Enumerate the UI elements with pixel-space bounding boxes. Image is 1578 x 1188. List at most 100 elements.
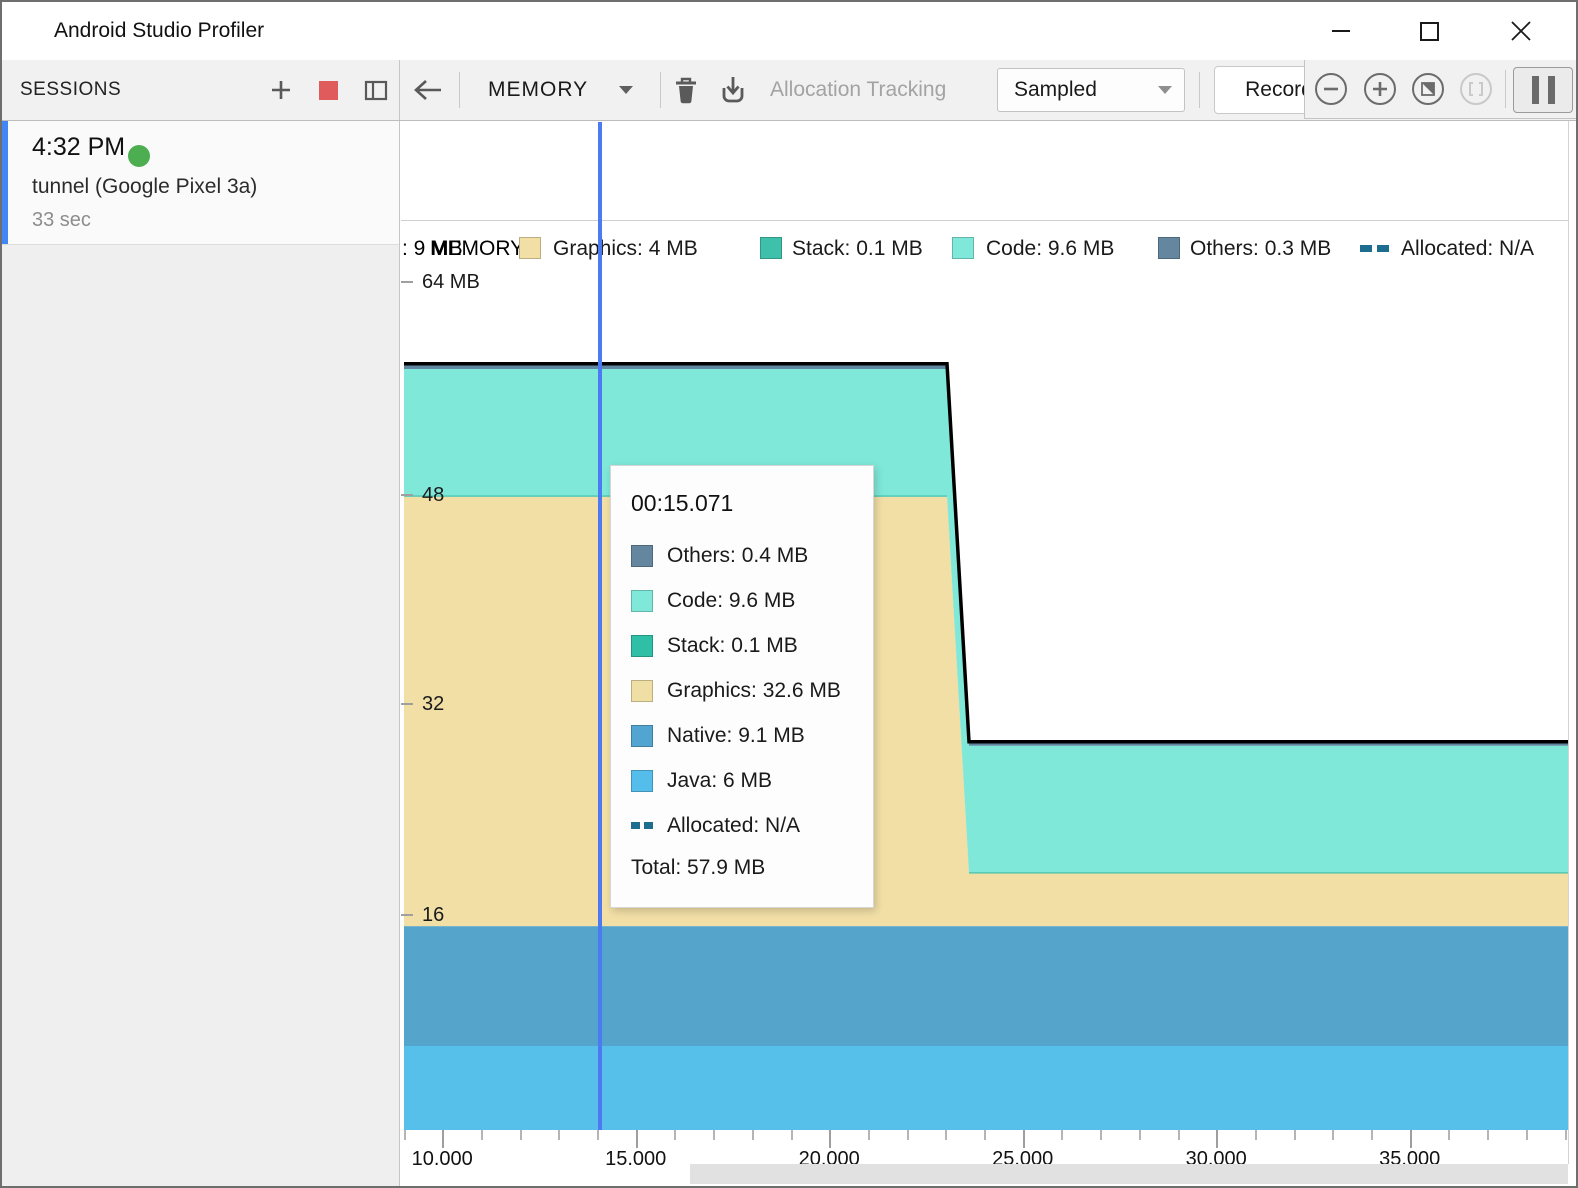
zoom-out-button[interactable] — [1315, 73, 1347, 105]
x-axis-tick — [1332, 1130, 1334, 1140]
timeline-cursor-line — [598, 122, 602, 1130]
y-axis-tick — [401, 703, 413, 705]
session-list-item[interactable]: 4:32 PM tunnel (Google Pixel 3a) 33 sec — [2, 121, 399, 245]
x-axis-tick — [1294, 1130, 1296, 1140]
tooltip-row: Allocated: N/A — [631, 803, 873, 848]
legend-label: Others: 0.3 MB — [1190, 237, 1331, 260]
x-axis-tick — [752, 1130, 754, 1140]
tooltip-row-label: Java: 6 MB — [667, 769, 772, 793]
legend-label: Allocated: N/A — [1401, 237, 1534, 260]
x-axis-tick — [481, 1130, 483, 1140]
profiler-window: Android Studio Profiler SESSIONS MEMORY — [0, 0, 1578, 1188]
x-axis-tick — [674, 1130, 676, 1140]
y-axis-tick — [401, 914, 413, 916]
tooltip-rows: Others: 0.4 MBCode: 9.6 MBStack: 0.1 MBG… — [631, 533, 873, 848]
tooltip-row-label: Stack: 0.1 MB — [667, 634, 798, 658]
x-axis-label: 10.000 — [392, 1148, 492, 1171]
x-axis-tick — [1255, 1130, 1257, 1140]
legend-swatch-others — [1158, 237, 1180, 259]
y-axis-label: 16 — [422, 904, 444, 927]
memory-chart-region[interactable]: : 9 MB MEMORY Graphics: 4 MB Stack: 0.1 … — [401, 121, 1578, 1188]
live-session-dot-icon — [128, 145, 150, 167]
stop-icon — [319, 81, 338, 100]
x-axis-tick — [1178, 1130, 1180, 1140]
legend-label: Graphics: 4 MB — [553, 237, 698, 260]
x-axis-tick — [1216, 1130, 1218, 1148]
reset-zoom-icon — [1420, 81, 1436, 97]
tooltip-row-label: Code: 9.6 MB — [667, 589, 795, 613]
title-bar: Android Studio Profiler — [2, 2, 1576, 60]
legend-swatch-stack — [760, 237, 782, 259]
x-axis-tick — [636, 1130, 638, 1148]
session-time: 4:32 PM — [32, 133, 125, 162]
pause-icon — [1548, 76, 1555, 104]
back-button[interactable] — [410, 60, 446, 120]
chart-title: MEMORY — [430, 237, 524, 260]
toolbar-separator — [459, 72, 460, 108]
pause-live-button[interactable] — [1513, 67, 1573, 113]
memory-stacked-area-chart[interactable] — [401, 121, 1568, 1130]
profiler-type-dropdown[interactable]: MEMORY — [488, 60, 588, 120]
x-axis-tick — [1061, 1130, 1063, 1140]
chart-right-border — [1568, 121, 1569, 1164]
y-axis-tick — [401, 494, 413, 496]
x-axis-tick — [984, 1130, 986, 1140]
stop-session-button[interactable] — [313, 60, 343, 120]
x-axis-tick — [558, 1130, 560, 1140]
x-axis-tick — [1526, 1130, 1528, 1140]
maximize-button[interactable] — [1400, 2, 1458, 60]
minus-icon — [1323, 81, 1339, 97]
legend-swatch-graphics — [519, 237, 541, 259]
plus-icon — [1372, 81, 1388, 97]
dash-icon — [644, 822, 653, 829]
add-session-button[interactable] — [266, 60, 296, 120]
gc-down-arrow-icon — [719, 75, 747, 105]
legend-swatch-code — [952, 237, 974, 259]
tooltip-row: Native: 9.1 MB — [631, 713, 873, 758]
trash-icon — [673, 75, 699, 105]
garbage-can-button[interactable] — [670, 60, 702, 120]
x-axis-tick — [713, 1130, 715, 1140]
tooltip-row-label: Native: 9.1 MB — [667, 724, 805, 748]
session-duration: 33 sec — [32, 209, 91, 232]
chevron-down-icon — [1158, 86, 1172, 94]
tooltip-swatch — [631, 725, 653, 747]
toolbar-separator — [1505, 70, 1506, 108]
x-axis-tick — [1448, 1130, 1450, 1140]
sessions-header: SESSIONS — [2, 60, 400, 120]
close-button[interactable] — [1492, 2, 1550, 60]
x-axis-tick — [520, 1130, 522, 1140]
x-axis-tick — [907, 1130, 909, 1140]
minimize-button[interactable] — [1312, 2, 1370, 60]
y-axis-label: 32 — [422, 693, 444, 716]
tooltip-total: Total: 57.9 MB — [631, 856, 873, 880]
x-axis-tick — [868, 1130, 870, 1140]
x-axis-tick — [1023, 1130, 1025, 1148]
zoom-controls-panel — [1304, 60, 1578, 119]
chart-layer-java[interactable] — [404, 1046, 1568, 1130]
force-gc-button[interactable] — [716, 60, 750, 120]
x-axis-tick — [597, 1130, 599, 1140]
tooltip-row: Code: 9.6 MB — [631, 578, 873, 623]
back-arrow-icon — [412, 78, 444, 102]
sampling-mode-select[interactable]: Sampled — [997, 68, 1185, 112]
x-axis-tick — [1371, 1130, 1373, 1140]
sampling-mode-value: Sampled — [1014, 78, 1158, 102]
tooltip-row: Others: 0.4 MB — [631, 533, 873, 578]
chart-layer-native[interactable] — [404, 926, 1568, 1046]
collapse-panel-button[interactable] — [361, 60, 391, 120]
profiler-type-dropdown-caret[interactable] — [614, 60, 638, 120]
y-axis-tick — [401, 281, 413, 283]
reset-zoom-button[interactable] — [1412, 73, 1444, 105]
horizontal-scrollbar-thumb[interactable] — [690, 1164, 1568, 1184]
legend-label: Stack: 0.1 MB — [792, 237, 923, 260]
allocation-tracking-label: Allocation Tracking — [770, 60, 946, 120]
tooltip-swatch — [631, 545, 653, 567]
tooltip-swatch — [631, 635, 653, 657]
dash-icon — [1377, 245, 1389, 252]
zoom-to-selection-button[interactable] — [1460, 73, 1492, 105]
sessions-panel: 4:32 PM tunnel (Google Pixel 3a) 33 sec — [2, 121, 400, 1188]
tooltip-swatch — [631, 770, 653, 792]
zoom-in-button[interactable] — [1364, 73, 1396, 105]
legend-swatch-allocated — [1360, 245, 1389, 252]
